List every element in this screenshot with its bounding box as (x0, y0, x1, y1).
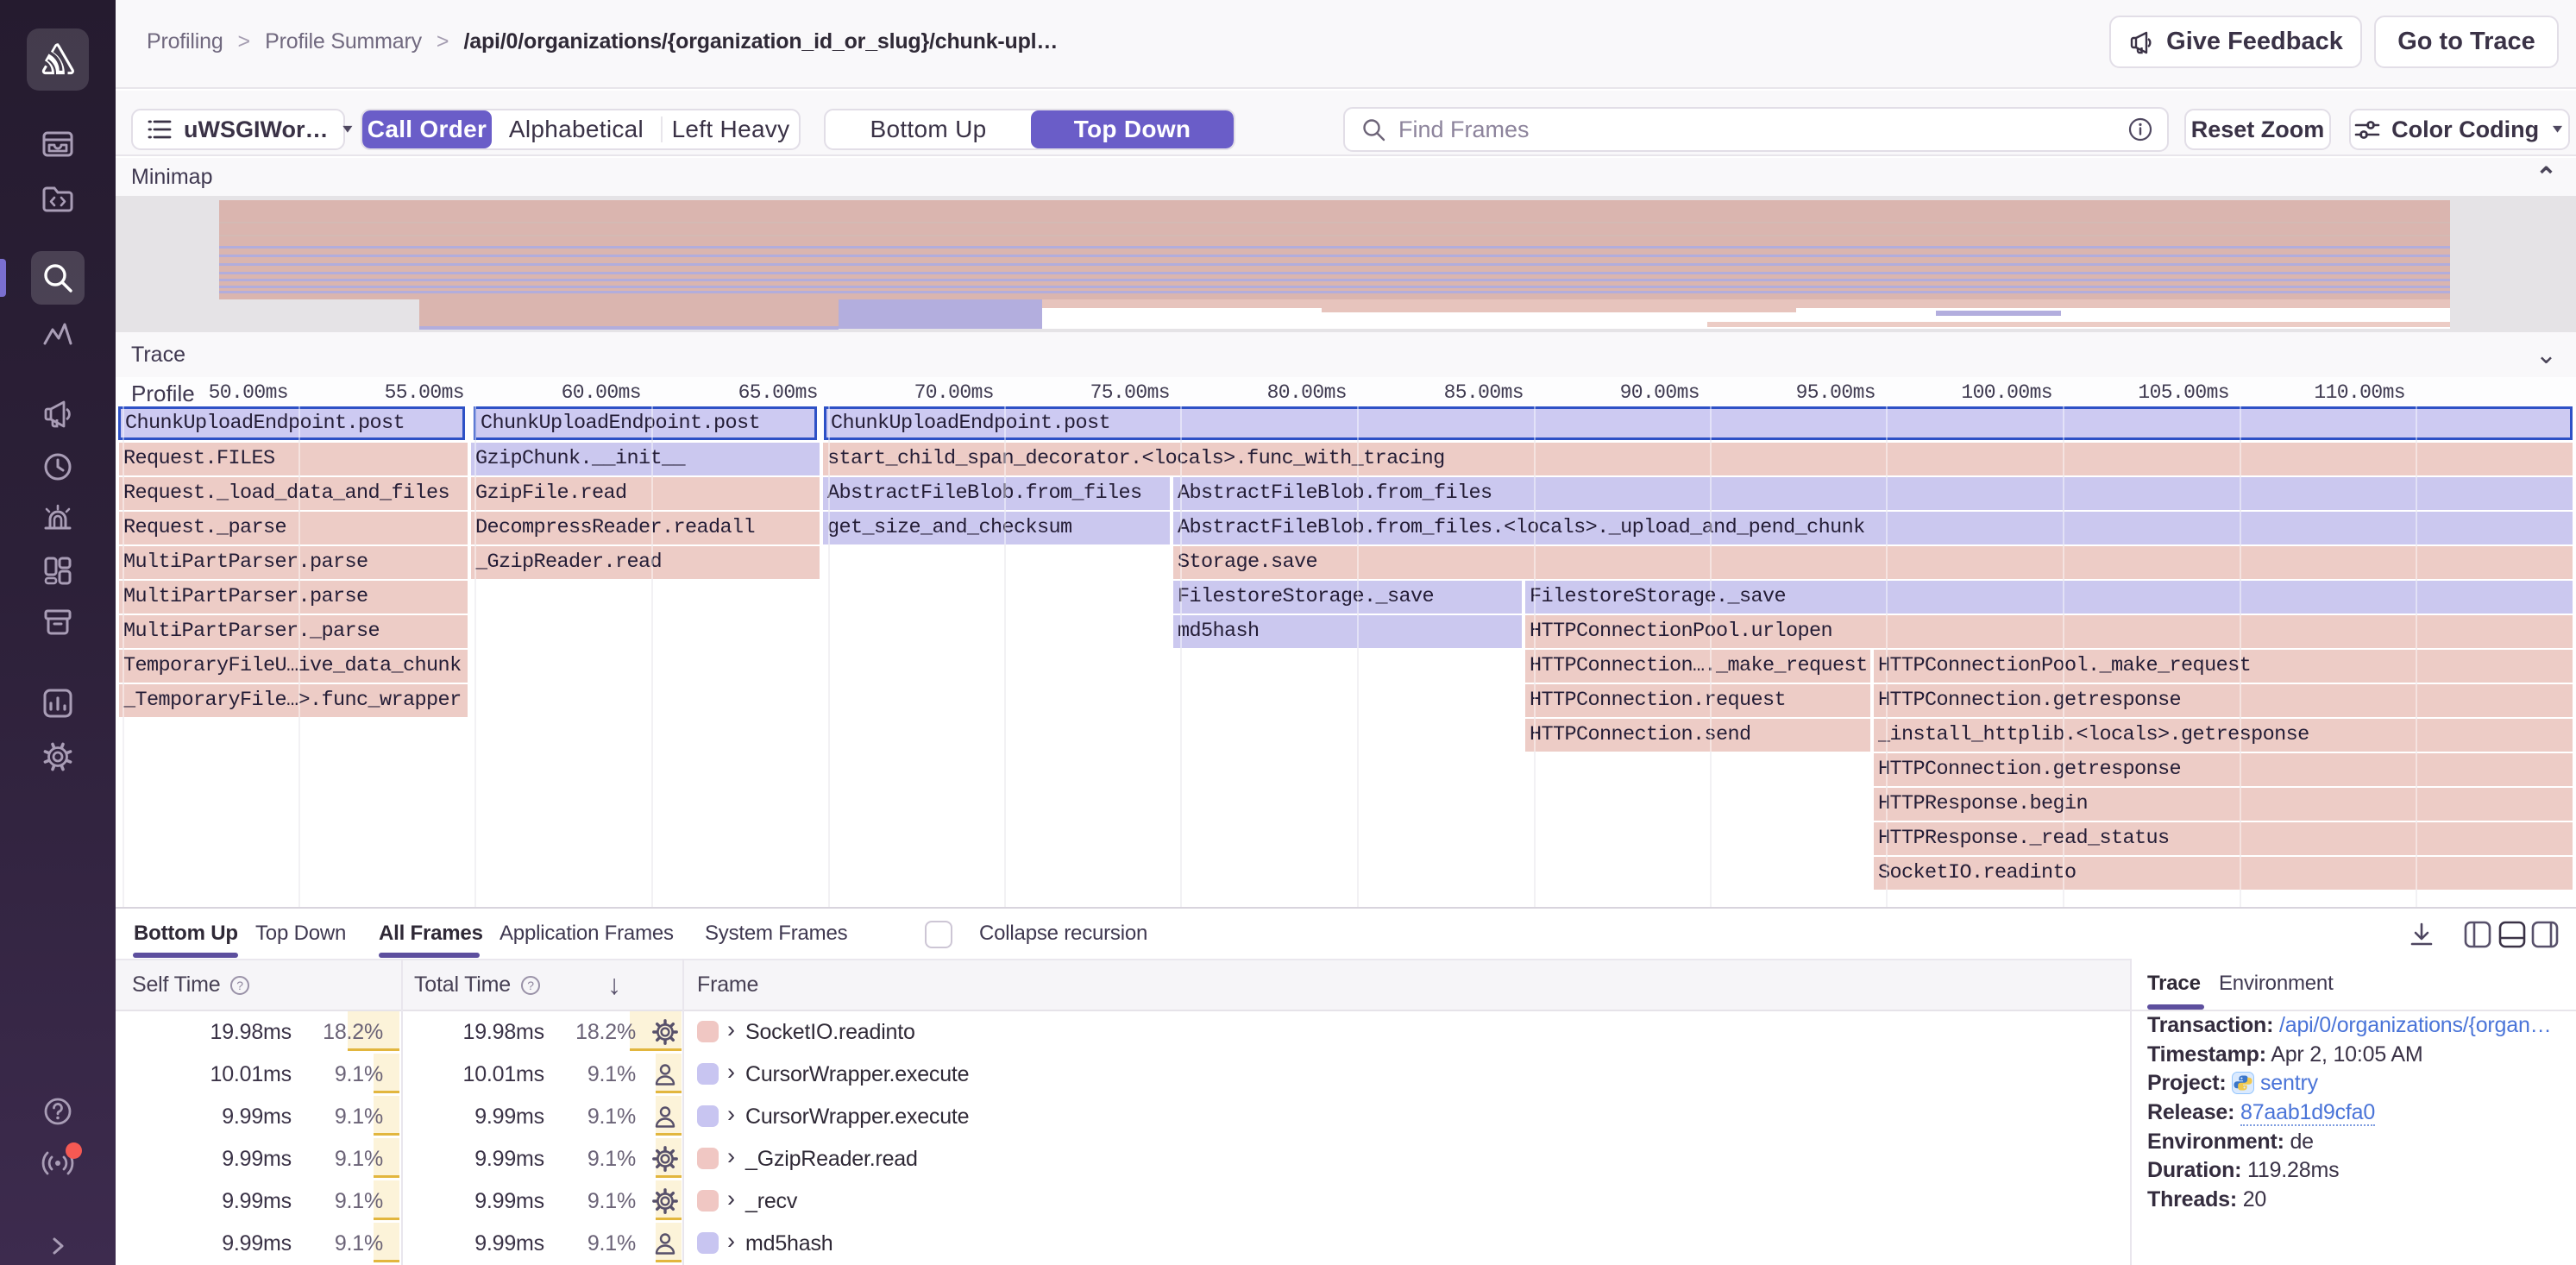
svg-text:?: ? (527, 979, 534, 992)
svg-text:?: ? (237, 979, 244, 992)
